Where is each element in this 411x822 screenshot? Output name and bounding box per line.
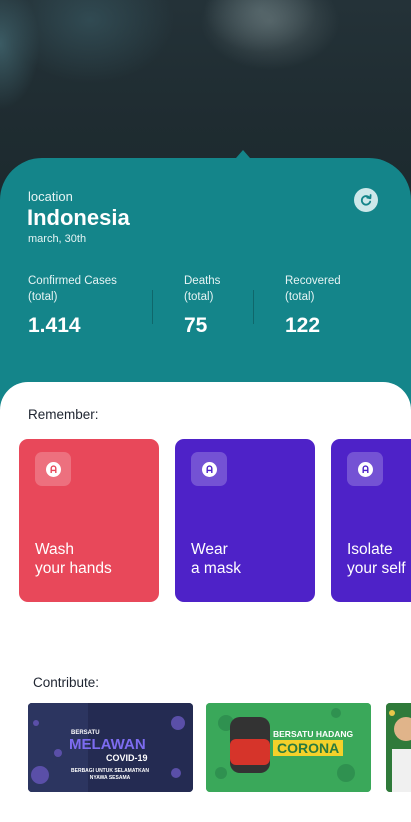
person-illustration [386,703,411,792]
tip-icon-container [191,452,227,486]
tip-icon-container [35,452,71,486]
tip-text: Isolate your self [347,541,406,577]
confirmed-label: Confirmed Cases (total) [28,275,117,303]
stats-divider [152,290,153,324]
tip-text: Wash your hands [35,541,112,577]
deaths-value: 75 [184,314,208,337]
refresh-button[interactable] [354,188,378,212]
card-notch [236,150,250,158]
country-name: Indonesia [27,205,130,230]
contribute-title: Contribute: [33,675,100,690]
mask-icon [201,461,217,477]
banner-bersatu-melawan[interactable]: BERSATU MELAWAN COVID-19 BERBAGI UNTUK S… [28,703,193,792]
remember-title: Remember: [28,407,99,422]
stats-divider [253,290,254,324]
location-label: location [28,189,73,204]
banner-main-text: MELAWAN [69,736,146,753]
recovered-value: 122 [285,314,321,337]
banner-bersatu-hadang-corona[interactable]: BERSATU HADANG CORONA [206,703,371,792]
refresh-icon [360,194,372,206]
tip-text: Wear a mask [191,541,241,577]
banner-partial[interactable] [386,703,411,792]
tip-card-wash-hands[interactable]: Wash your hands [19,439,159,602]
banner-footer: BERBAGI UNTUK SELAMATKAN NYAWA SESAMA [71,768,149,781]
banner-sub-text: COVID-19 [106,753,148,763]
report-date: march, 30th [28,233,87,245]
tip-icon-container [347,452,383,486]
hand-icon [45,461,61,477]
recovered-label: Recovered (total) [285,275,341,303]
banner-main-text: CORONA [273,740,344,756]
confirmed-value: 1.414 [28,314,81,337]
banner-top-text: BERSATU HADANG [273,729,354,739]
tip-card-wear-mask[interactable]: Wear a mask [175,439,315,602]
home-icon [357,461,373,477]
tip-card-isolate[interactable]: Isolate your self [331,439,411,602]
deaths-label: Deaths (total) [184,275,221,303]
